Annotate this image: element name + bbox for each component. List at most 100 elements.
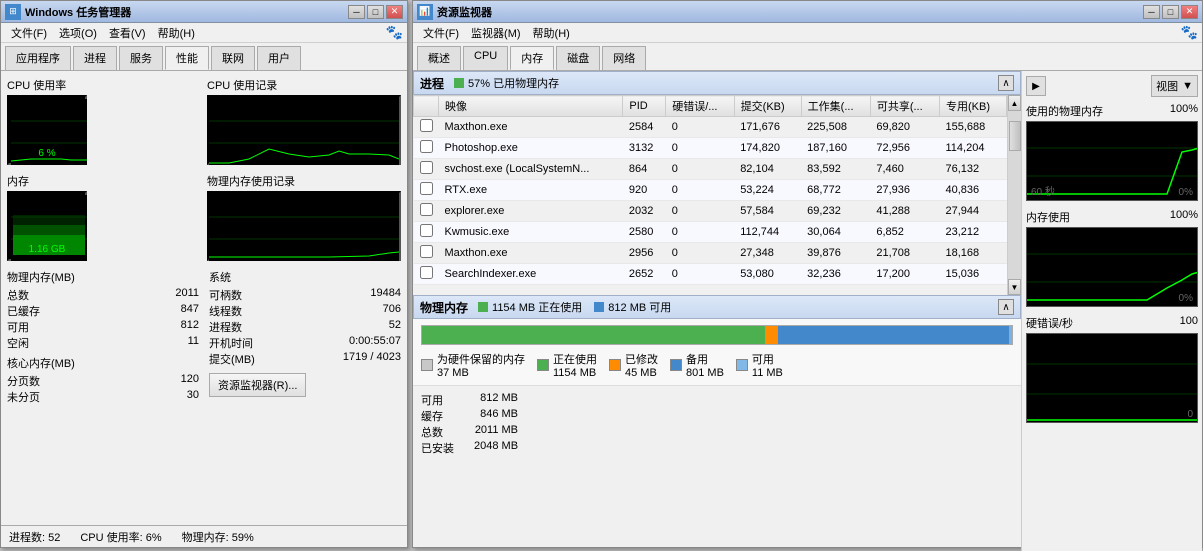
cpu-usage-value: 6 % [9, 148, 85, 159]
maximize-button[interactable]: □ [367, 5, 384, 19]
table-row[interactable]: RTX.exe 920 0 53,224 68,772 27,936 40,83… [414, 180, 1007, 201]
table-row[interactable]: svchost.exe (LocalSystemN... 864 0 82,10… [414, 159, 1007, 180]
sys-stat-processes: 进程数 52 [209, 319, 401, 335]
table-row[interactable]: Maxthon.exe 2956 0 27,348 39,876 21,708 … [414, 243, 1007, 264]
tab-users[interactable]: 用户 [257, 46, 301, 70]
rm-tab-overview[interactable]: 概述 [417, 46, 461, 70]
task-manager-titlebar: ⊞ Windows 任务管理器 ─ □ ✕ [1, 1, 407, 23]
legend-standby-title: 备用 [686, 351, 724, 367]
tab-processes[interactable]: 进程 [73, 46, 117, 70]
scrollbar-thumb[interactable] [1009, 121, 1021, 151]
rm-close-button[interactable]: ✕ [1181, 5, 1198, 19]
core-mem-title: 核心内存(MB) [7, 355, 199, 371]
row-check[interactable] [414, 264, 439, 285]
row-check[interactable] [414, 243, 439, 264]
table-row[interactable]: explorer.exe 2032 0 57,584 69,232 41,288… [414, 201, 1007, 222]
legend-standby-labels: 备用 801 MB [686, 351, 724, 379]
right-physmem-title: 使用的物理内存 [1026, 103, 1103, 119]
rm-tab-cpu[interactable]: CPU [463, 46, 508, 70]
rm-menu-file[interactable]: 文件(F) [417, 23, 465, 43]
row-working: 83,592 [801, 159, 870, 180]
table-row[interactable]: Photoshop.exe 3132 0 174,820 187,160 72,… [414, 138, 1007, 159]
membar-free [1009, 326, 1012, 344]
rm-tab-disk[interactable]: 磁盘 [556, 46, 600, 70]
right-graph-hardfault-label: 硬错误/秒 100 [1026, 315, 1198, 331]
rm-tab-memory[interactable]: 内存 [510, 46, 554, 70]
col-shareable[interactable]: 可共享(... [870, 96, 939, 117]
row-private: 114,204 [939, 138, 1006, 159]
tm-stats-row: 物理内存(MB) 总数 2011 已缓存 847 可用 812 空闲 11 核心 [7, 269, 401, 405]
menu-view[interactable]: 查看(V) [103, 23, 152, 43]
col-commit[interactable]: 提交(KB) [734, 96, 801, 117]
task-manager-content: CPU 使用率 6 % CPU 使用记录 [1, 71, 407, 411]
close-button[interactable]: ✕ [386, 5, 403, 19]
rm-tab-network[interactable]: 网络 [602, 46, 646, 70]
col-pid[interactable]: PID [623, 96, 666, 117]
row-check[interactable] [414, 222, 439, 243]
legend-modified-title: 已修改 [625, 351, 658, 367]
phys-mem-stats: 物理内存(MB) 总数 2011 已缓存 847 可用 812 空闲 11 核心 [7, 269, 199, 405]
rm-maximize-button[interactable]: □ [1162, 5, 1179, 19]
resource-monitor-button[interactable]: 资源监视器(R)... [209, 373, 306, 397]
menu-help[interactable]: 帮助(H) [152, 23, 201, 43]
row-check[interactable] [414, 180, 439, 201]
row-pid: 2652 [623, 264, 666, 285]
physmem-section-header: 物理内存 1154 MB 正在使用 812 MB 可用 ∧ [413, 295, 1021, 319]
legend-inuse-value: 1154 MB [553, 367, 597, 379]
physmem-section-expand[interactable]: ∧ [998, 299, 1014, 315]
legend-free: 可用 11 MB [736, 351, 783, 379]
memory-usage-section: 内存 1.16 GB [7, 173, 201, 261]
task-manager-statusbar: 进程数: 52 CPU 使用率: 6% 物理内存: 59% [1, 525, 407, 547]
scrollbar-up[interactable]: ▲ [1008, 95, 1021, 111]
tab-applications[interactable]: 应用程序 [5, 46, 71, 70]
resource-monitor-btn-container: 资源监视器(R)... [209, 373, 401, 397]
row-hardfault: 0 [666, 222, 734, 243]
scrollbar-track[interactable] [1008, 111, 1021, 279]
view-dropdown[interactable]: 视图 ▼ [1151, 75, 1198, 97]
task-manager-menubar: 文件(F) 选项(O) 查看(V) 帮助(H) 🐾 [1, 23, 407, 43]
row-private: 40,836 [939, 180, 1006, 201]
row-check[interactable] [414, 117, 439, 138]
right-physmem-percent: 100% [1170, 103, 1198, 119]
row-check[interactable] [414, 201, 439, 222]
row-shareable: 7,460 [870, 159, 939, 180]
right-graph-physmem: 使用的物理内存 100% 60 秒 0% [1026, 103, 1198, 201]
tab-services[interactable]: 服务 [119, 46, 163, 70]
row-image: Photoshop.exe [439, 138, 623, 159]
col-working[interactable]: 工作集(... [801, 96, 870, 117]
scrollbar-down[interactable]: ▼ [1008, 279, 1021, 295]
memory-bar [421, 325, 1013, 345]
right-hardfault-bottomright: 0 [1187, 409, 1193, 420]
menu-file[interactable]: 文件(F) [5, 23, 53, 43]
rm-menu-help[interactable]: 帮助(H) [527, 23, 576, 43]
membar-modified [765, 326, 778, 344]
row-check[interactable] [414, 159, 439, 180]
col-hardfault[interactable]: 硬错误/... [666, 96, 734, 117]
row-shareable: 72,956 [870, 138, 939, 159]
nav-arrow-button[interactable]: ▶ [1026, 76, 1046, 96]
row-check[interactable] [414, 138, 439, 159]
tab-performance[interactable]: 性能 [165, 46, 209, 70]
table-row[interactable]: SearchIndexer.exe 2652 0 53,080 32,236 1… [414, 264, 1007, 285]
row-private: 18,168 [939, 243, 1006, 264]
cpu-usage-label: CPU 使用率 [7, 77, 201, 93]
mem-detail-cached: 缓存 846 MB [421, 408, 518, 424]
rm-menu-monitor[interactable]: 监视器(M) [465, 23, 527, 43]
resource-monitor-tabs: 概述 CPU 内存 磁盘 网络 [413, 43, 1202, 71]
row-working: 68,772 [801, 180, 870, 201]
tab-networking[interactable]: 联网 [211, 46, 255, 70]
mem-cached-label: 缓存 [421, 408, 443, 424]
col-private[interactable]: 专用(KB) [939, 96, 1006, 117]
row-private: 23,212 [939, 222, 1006, 243]
col-image[interactable]: 映像 [439, 96, 623, 117]
process-section-expand[interactable]: ∧ [998, 75, 1014, 91]
rm-minimize-button[interactable]: ─ [1143, 5, 1160, 19]
minimize-button[interactable]: ─ [348, 5, 365, 19]
menu-options[interactable]: 选项(O) [53, 23, 103, 43]
legend-free-title: 可用 [752, 351, 783, 367]
col-check[interactable] [414, 96, 439, 117]
process-scrollbar[interactable]: ▲ ▼ [1007, 95, 1021, 295]
cat-icon: 🐾 [386, 24, 403, 41]
table-row[interactable]: Kwmusic.exe 2580 0 112,744 30,064 6,852 … [414, 222, 1007, 243]
table-row[interactable]: Maxthon.exe 2584 0 171,676 225,508 69,82… [414, 117, 1007, 138]
